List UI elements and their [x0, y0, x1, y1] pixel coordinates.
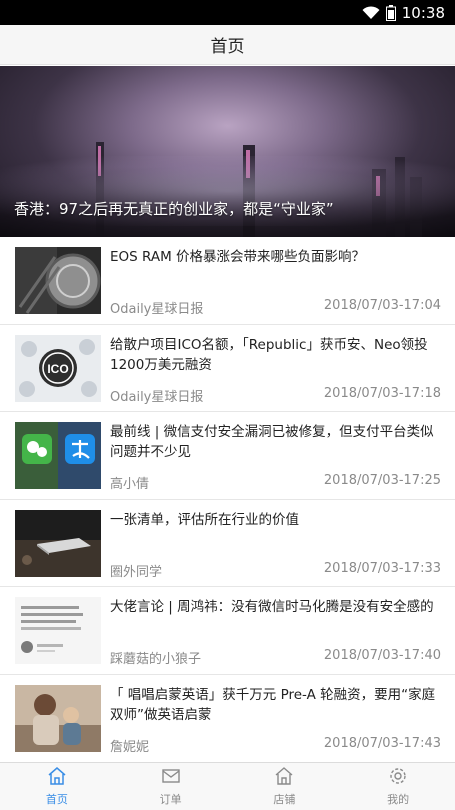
article-time: 2018/07/03-17:25 [323, 473, 441, 489]
article-time: 2018/07/03-17:40 [323, 648, 441, 664]
home-icon [47, 766, 67, 789]
article-thumbnail [15, 247, 101, 314]
hero-banner[interactable]: 香港：97之后再无真正的创业家，都是“守业家” [0, 66, 455, 237]
article-author: Odaily星球日报 [110, 389, 204, 405]
article-title: 「 唱唱启蒙英语」获千万元 Pre-A 轮融资，要用“家庭双师”做英语启蒙 [110, 686, 436, 723]
bottom-tab-bar: 首页 订单 店铺 我的 [0, 762, 455, 810]
tab-label: 订单 [159, 793, 182, 806]
clock: 10:38 [401, 3, 445, 22]
battery-icon [385, 4, 396, 21]
hero-caption: 香港：97之后再无真正的创业家，都是“守业家” [14, 200, 334, 218]
gear-icon [388, 766, 408, 789]
article-author: Odaily星球日报 [110, 302, 204, 317]
tab-label: 我的 [387, 793, 410, 806]
tab-home[interactable]: 首页 [0, 763, 114, 810]
store-icon [274, 766, 294, 789]
list-item[interactable]: ICO 给散户项目ICO名额，「Republic」获币安、Neo领投1200万美… [0, 325, 455, 413]
svg-text:ICO: ICO [47, 362, 68, 376]
article-title: EOS RAM 价格暴涨会带来哪些负面影响？ [110, 249, 366, 265]
tab-label: 店铺 [273, 793, 296, 806]
list-item[interactable]: 「 唱唱启蒙英语」获千万元 Pre-A 轮融资，要用“家庭双师”做英语启蒙 詹妮… [0, 675, 455, 763]
article-thumbnail [15, 684, 101, 752]
article-thumbnail: ICO [15, 334, 101, 402]
article-time: 2018/07/03-17:04 [323, 298, 441, 313]
tab-orders[interactable]: 订单 [114, 763, 228, 810]
title-bar: 首页 [0, 25, 455, 65]
article-author: 踩蘑菇的小狼子 [110, 652, 202, 668]
list-item[interactable]: 一张清单，评估所在行业的价值 圈外同学 2018/07/03-17:33 [0, 500, 455, 588]
list-item[interactable]: EOS RAM 价格暴涨会带来哪些负面影响？ Odaily星球日报 2018/0… [0, 237, 455, 325]
tab-mine[interactable]: 我的 [341, 763, 455, 810]
status-bar: 10:38 [0, 0, 455, 25]
article-list: EOS RAM 价格暴涨会带来哪些负面影响？ Odaily星球日报 2018/0… [0, 237, 455, 763]
article-title: 一张清单，评估所在行业的价值 [110, 511, 299, 528]
list-item[interactable]: 大佬言论 | 周鸿祎：没有微信时马化腾是没有安全感的 踩蘑菇的小狼子 2018/… [0, 587, 455, 675]
article-thumbnail [15, 597, 101, 665]
article-title: 最前线 | 微信支付安全漏洞已被修复，但支付平台类似问题并不少见 [110, 424, 434, 461]
article-author: 詹妮妮 [110, 739, 150, 755]
article-time: 2018/07/03-17:43 [323, 735, 441, 751]
article-author: 圈外同学 [110, 564, 163, 580]
article-time: 2018/07/03-17:33 [323, 560, 441, 576]
tab-label: 首页 [45, 793, 68, 806]
article-time: 2018/07/03-17:18 [323, 385, 441, 401]
list-item[interactable]: 最前线 | 微信支付安全漏洞已被修复，但支付平台类似问题并不少见 高小倩 201… [0, 412, 455, 500]
article-title: 大佬言论 | 周鸿祎：没有微信时马化腾是没有安全感的 [110, 599, 434, 616]
page-title: 首页 [210, 37, 245, 57]
article-thumbnail [15, 422, 101, 490]
tab-store[interactable]: 店铺 [228, 763, 342, 810]
wifi-icon [362, 5, 380, 20]
mail-icon [161, 766, 181, 789]
article-title: 给散户项目ICO名额，「Republic」获币安、Neo领投1200万美元融资 [110, 336, 428, 373]
article-author: 高小倩 [110, 477, 150, 493]
article-thumbnail [15, 509, 101, 577]
